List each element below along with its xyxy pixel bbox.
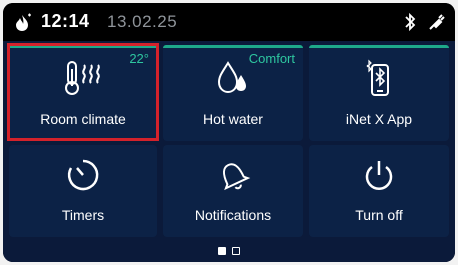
tile-turn-off[interactable]: Turn off: [309, 145, 449, 237]
page-indicator[interactable]: [3, 242, 455, 255]
room-temperature-badge: 22°: [129, 51, 149, 66]
page-dot-inactive[interactable]: [232, 247, 241, 255]
tile-inet-x-app[interactable]: iNet X App: [309, 45, 449, 141]
menu-grid: 22° Room climate Comfort Hot water iNet …: [3, 41, 455, 262]
tile-label: Hot water: [203, 111, 263, 127]
tile-label: Timers: [61, 207, 105, 223]
status-bar: 12:14 13.02.25: [3, 3, 455, 41]
plug-icon: [429, 14, 445, 30]
tile-room-climate[interactable]: 22° Room climate: [9, 45, 157, 141]
timer-icon: [67, 159, 99, 191]
tile-accent-bar: [9, 45, 157, 48]
thermometer-heat-icon: [65, 61, 100, 95]
page-dot-active[interactable]: [217, 247, 226, 255]
tile-label: iNet X App: [345, 111, 413, 127]
bell-icon: [222, 163, 251, 191]
hot-water-mode-badge: Comfort: [248, 51, 295, 66]
clock-time: 12:14: [41, 11, 90, 31]
power-icon: [365, 161, 393, 190]
display-screen: 12:14 13.02.25 22° Room climate Comfort …: [3, 3, 455, 262]
clock-date: 13.02.25: [107, 12, 178, 31]
tile-timers[interactable]: Timers: [9, 145, 157, 237]
tile-hot-water[interactable]: Comfort Hot water: [163, 45, 303, 141]
tile-label: Notifications: [194, 207, 272, 223]
flame-icon: [16, 13, 31, 31]
water-drops-icon: [217, 61, 246, 94]
tile-accent-bar: [163, 45, 303, 48]
phone-bluetooth-icon: [366, 59, 389, 96]
tile-label: Room climate: [40, 111, 126, 127]
tile-notifications[interactable]: Notifications: [163, 145, 303, 237]
tile-label: Turn off: [355, 207, 403, 223]
bluetooth-icon: [405, 12, 416, 32]
tile-accent-bar: [309, 45, 449, 48]
